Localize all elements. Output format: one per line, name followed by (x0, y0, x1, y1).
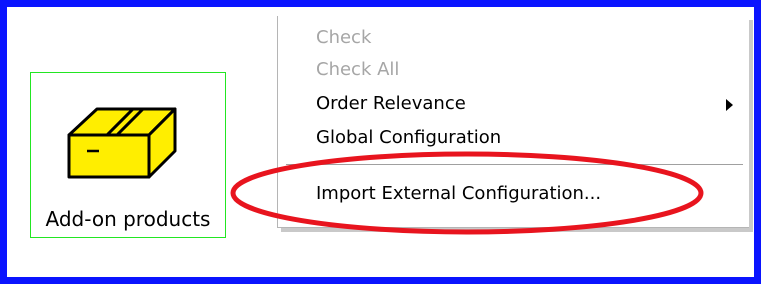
menu-item-check-all[interactable]: Check All (278, 54, 749, 86)
package-box-icon (67, 107, 177, 179)
add-on-products-label: Add-on products (45, 207, 211, 231)
menu-item-global-configuration[interactable]: Global Configuration (278, 122, 749, 154)
menu-item-global-configuration-label: Global Configuration (316, 127, 502, 148)
context-menu: Check Check All Order Relevance Global C… (277, 16, 749, 228)
menu-item-check[interactable]: Check (278, 22, 749, 54)
menu-item-import-external-configuration[interactable]: Import External Configuration... (278, 178, 749, 210)
menu-item-order-relevance-label: Order Relevance (316, 93, 466, 114)
menu-item-order-relevance[interactable]: Order Relevance (278, 88, 749, 120)
submenu-arrow-icon (726, 99, 733, 111)
add-on-products-item[interactable]: Add-on products (30, 72, 226, 238)
menu-item-check-label: Check (316, 27, 372, 48)
menu-item-import-external-configuration-label: Import External Configuration... (316, 183, 602, 204)
menu-separator (286, 164, 743, 166)
menu-item-check-all-label: Check All (316, 59, 400, 80)
